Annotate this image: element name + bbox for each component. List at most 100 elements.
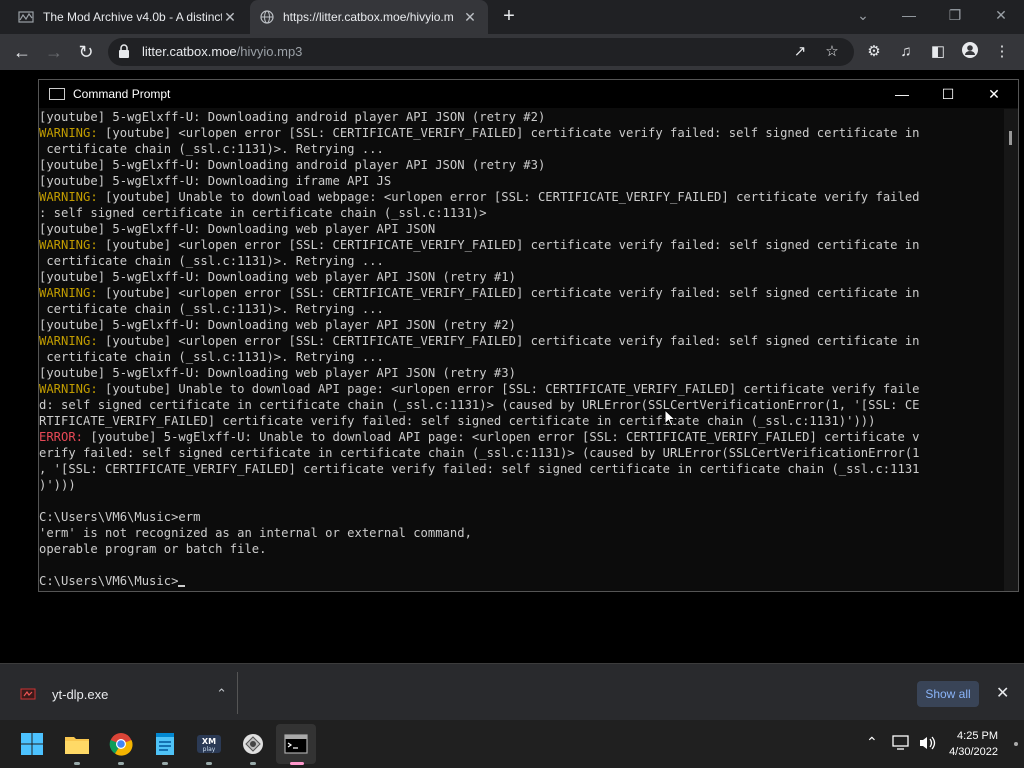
- console-line-text: , '[SSL: CERTIFICATE_VERIFY_FAILED] cert…: [39, 462, 920, 476]
- console-line-text: [youtube] Unable to download webpage: <u…: [97, 190, 920, 204]
- windows-start-icon[interactable]: [17, 729, 47, 759]
- console-line: [youtube] 5-wgElxff-U: Downloading web p…: [39, 317, 1004, 333]
- svg-text:play: play: [203, 746, 216, 753]
- cmd-maximize-button[interactable]: ☐: [925, 80, 971, 108]
- console-line-text: [youtube] 5-wgElxff-U: Downloading ifram…: [39, 174, 392, 188]
- url-host: litter.catbox.moe: [142, 44, 237, 59]
- console-line-text: [youtube] Unable to download API page: <…: [97, 382, 920, 396]
- window-restore-button[interactable]: ❐: [932, 0, 978, 30]
- file-explorer-icon[interactable]: [62, 729, 92, 759]
- active-indicator: [290, 762, 304, 765]
- url-path: /hivyio.mp3: [236, 44, 303, 59]
- chrome-menu-icon[interactable]: ⋮: [992, 42, 1012, 62]
- warning-label: WARNING:: [39, 286, 98, 300]
- window-minimize-button[interactable]: —: [886, 0, 932, 30]
- network-icon[interactable]: [892, 735, 910, 754]
- console-line: WARNING: [youtube] <urlopen error [SSL: …: [39, 237, 1004, 253]
- show-all-button[interactable]: Show all: [917, 681, 979, 707]
- console-line: certificate chain (_ssl.c:1131)>. Retryi…: [39, 253, 1004, 269]
- console-line-text: [youtube] 5-wgElxff-U: Downloading web p…: [39, 270, 516, 284]
- chrome-icon: [109, 733, 133, 756]
- console-line-text: [youtube] <urlopen error [SSL: CERTIFICA…: [97, 238, 920, 252]
- console-line: )'))): [39, 477, 1004, 493]
- console-line: RTIFICATE_VERIFY_FAILED] certificate ver…: [39, 413, 1004, 429]
- running-indicator: [250, 762, 256, 765]
- running-indicator: [162, 762, 168, 765]
- console-line: d: self signed certificate in certificat…: [39, 397, 1004, 413]
- console-line: [youtube] 5-wgElxff-U: Downloading web p…: [39, 365, 1004, 381]
- console-line: WARNING: [youtube] <urlopen error [SSL: …: [39, 285, 1004, 301]
- new-tab-button[interactable]: +: [498, 6, 520, 28]
- command-prompt-window: Command Prompt — ☐ ✕ [youtube] 5-wgElxff…: [38, 79, 1019, 592]
- running-indicator: [206, 762, 212, 765]
- address-bar[interactable]: litter.catbox.moe/hivyio.mp3 ↗ ☆: [108, 38, 854, 66]
- running-indicator: [74, 762, 80, 765]
- volume-icon[interactable]: [918, 735, 936, 754]
- console-line: WARNING: [youtube] <urlopen error [SSL: …: [39, 125, 1004, 141]
- window-close-button[interactable]: ✕: [978, 0, 1024, 30]
- cmd-minimize-button[interactable]: —: [879, 80, 925, 108]
- tab-search-chevron-icon[interactable]: ⌄: [840, 0, 886, 30]
- warning-label: WARNING:: [39, 334, 98, 348]
- tab-close-icon[interactable]: ✕: [222, 9, 238, 26]
- console-scrollbar[interactable]: [1004, 109, 1018, 591]
- console-prompt-line[interactable]: C:\Users\VM6\Music>: [39, 573, 1004, 589]
- console-output[interactable]: [youtube] 5-wgElxff-U: Downloading andro…: [39, 109, 1004, 591]
- cmd-title-bar[interactable]: Command Prompt — ☐ ✕: [39, 80, 1018, 108]
- svg-text:XM: XM: [202, 737, 216, 746]
- tab-close-icon[interactable]: ✕: [462, 9, 478, 26]
- download-item[interactable]: yt-dlp.exe ⌃: [10, 676, 235, 712]
- console-line: C:\Users\VM6\Music>erm: [39, 509, 1004, 525]
- tab-mod-archive[interactable]: The Mod Archive v4.0b - A distinct ✕: [8, 0, 248, 34]
- tab-catbox[interactable]: https://litter.catbox.moe/hivyio.m ✕: [250, 0, 488, 34]
- exe-file-icon: [20, 688, 36, 700]
- extensions-puzzle-icon[interactable]: ⚙: [864, 42, 884, 62]
- notepad-icon: [156, 733, 174, 755]
- running-indicator: [118, 762, 124, 765]
- console-line-text: [youtube] <urlopen error [SSL: CERTIFICA…: [97, 334, 920, 348]
- console-line-text: erify failed: self signed certificate in…: [39, 446, 920, 460]
- chrome-taskbar-icon[interactable]: [106, 729, 136, 759]
- text-cursor: [178, 585, 186, 587]
- globe-icon: [260, 10, 274, 24]
- forward-arrow-icon[interactable]: →: [42, 40, 66, 64]
- monitor-icon: [892, 735, 909, 750]
- cmd-close-button[interactable]: ✕: [971, 80, 1017, 108]
- media-control-icon[interactable]: ♫: [896, 42, 916, 62]
- console-line: [youtube] 5-wgElxff-U: Downloading ifram…: [39, 173, 1004, 189]
- notepad-taskbar-icon[interactable]: [150, 729, 180, 759]
- app-badge-icon: [243, 734, 263, 754]
- close-downloads-icon[interactable]: ✕: [996, 683, 1009, 703]
- bookmark-star-icon[interactable]: ☆: [822, 42, 842, 62]
- scrollbar-thumb[interactable]: [1009, 131, 1012, 145]
- side-panel-icon[interactable]: ◧: [928, 42, 948, 62]
- console-line: certificate chain (_ssl.c:1131)>. Retryi…: [39, 301, 1004, 317]
- console-line: [youtube] 5-wgElxff-U: Downloading andro…: [39, 157, 1004, 173]
- clock[interactable]: 4:25 PM 4/30/2022: [938, 728, 998, 760]
- console-line-text: [youtube] 5-wgElxff-U: Downloading andro…: [39, 110, 546, 124]
- profile-avatar-icon[interactable]: [960, 42, 980, 62]
- cmd-taskbar-icon[interactable]: [276, 724, 316, 764]
- notification-dot[interactable]: [1014, 742, 1018, 746]
- tab-title: The Mod Archive v4.0b - A distinct: [43, 10, 222, 24]
- chevron-up-icon[interactable]: ⌃: [216, 686, 227, 702]
- console-line-text: [youtube] 5-wgElxff-U: Downloading web p…: [39, 222, 436, 236]
- console-line-text: d: self signed certificate in certificat…: [39, 398, 920, 412]
- console-line-text: 'erm' is not recognized as an internal o…: [39, 526, 472, 540]
- show-hidden-icons-chevron-icon[interactable]: ⌃: [866, 734, 878, 751]
- folder-icon: [65, 737, 89, 754]
- xmplay-icon: XMplay: [197, 735, 221, 753]
- console-line-text: certificate chain (_ssl.c:1131)>. Retryi…: [39, 350, 384, 364]
- xmplay-taskbar-icon[interactable]: XM play: [194, 729, 224, 759]
- console-line: 'erm' is not recognized as an internal o…: [39, 525, 1004, 541]
- console-line: operable program or batch file.: [39, 541, 1004, 557]
- console-line: [youtube] 5-wgElxff-U: Downloading andro…: [39, 109, 1004, 125]
- back-arrow-icon[interactable]: ←: [10, 40, 34, 64]
- reload-icon[interactable]: ↻: [74, 40, 98, 64]
- console-line-text: [youtube] <urlopen error [SSL: CERTIFICA…: [97, 286, 920, 300]
- browser-toolbar: ← → ↻ litter.catbox.moe/hivyio.mp3 ↗ ☆ ⚙…: [0, 34, 1024, 70]
- console-line: erify failed: self signed certificate in…: [39, 445, 1004, 461]
- share-icon[interactable]: ↗: [790, 42, 810, 62]
- app-taskbar-icon[interactable]: [238, 729, 268, 759]
